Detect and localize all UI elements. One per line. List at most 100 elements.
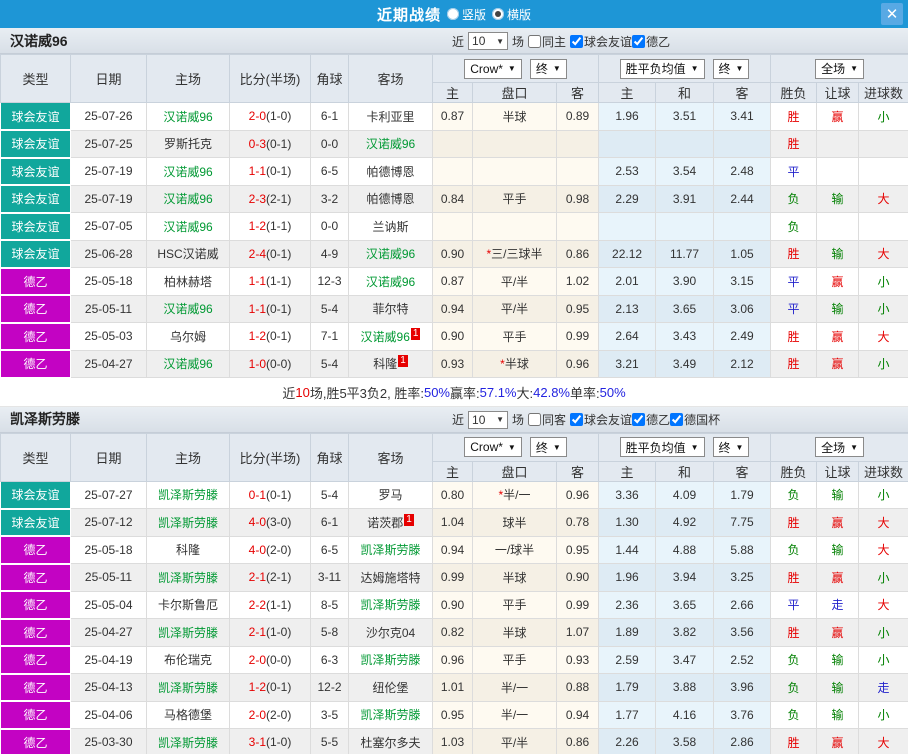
competition-checkbox[interactable]: 德国杯 — [670, 411, 720, 428]
cell-avg-home: 3.21 — [598, 349, 657, 378]
cell-odds-home: 0.95 — [432, 700, 473, 729]
checkbox[interactable] — [528, 413, 542, 426]
cell-result: 负 — [770, 212, 818, 241]
checkbox[interactable] — [570, 34, 584, 48]
fullmatch-select[interactable]: 全场 ▼ — [815, 58, 864, 79]
cell-result: 胜 — [770, 239, 818, 268]
cell-avg-away: 2.12 — [713, 349, 772, 378]
cell-corner: 6-1 — [310, 102, 349, 131]
chevron-down-icon: ▼ — [690, 64, 699, 73]
cell-away-team: 凯泽斯劳滕 — [348, 645, 433, 674]
cell-odds-away: 0.99 — [555, 590, 600, 619]
games-label: 场 — [512, 413, 525, 427]
cell-handicap: *三/三球半 — [472, 239, 557, 268]
page-title: 近期战绩 — [376, 6, 441, 24]
cell-avg-away: 1.05 — [713, 239, 772, 268]
cell-corner: 6-5 — [310, 535, 349, 564]
cell-avg-draw: 3.90 — [655, 267, 715, 296]
competition-checkbox[interactable]: 德乙 — [632, 33, 670, 50]
fullmatch-select-group: 全场 ▼ — [770, 54, 908, 83]
cell-avg-away: 3.25 — [713, 563, 772, 592]
recent-count-value: 10 — [472, 412, 486, 427]
table-row: 球会友谊 25-07-25 罗斯托克 0-3(0-1) 0-0 汉诺威96 胜 — [0, 129, 908, 159]
cell-score: 2-1(2-1) — [229, 563, 311, 592]
avg-select-group: 胜平负均值 ▼ 终 ▼ — [598, 54, 772, 83]
bookmaker-select[interactable]: Crow* ▼ — [464, 437, 522, 457]
col-home: 主场 — [146, 54, 230, 103]
table-row: 德乙 25-05-18 柏林赫塔 1-1(1-1) 12-3 汉诺威96 0.87 平/半 1.… — [0, 267, 908, 296]
checkbox[interactable] — [632, 413, 646, 426]
cell-avg-away: 3.41 — [713, 102, 772, 131]
bookmaker-select[interactable]: Crow* ▼ — [464, 58, 522, 79]
table-row: 球会友谊 25-07-05 汉诺威96 1-2(1-1) 0-0 兰讷斯 负 — [0, 212, 908, 241]
cell-odds-home — [432, 212, 473, 241]
cell-type: 德乙 — [0, 563, 71, 592]
checkbox-label: 德乙 — [646, 413, 671, 427]
cell-score: 0-1(0-1) — [229, 480, 311, 509]
cell-type: 球会友谊 — [0, 129, 71, 159]
summary-text: 57.1% — [479, 384, 517, 400]
recent-count-select[interactable]: 10 ▼ — [468, 410, 509, 429]
cell-handicap-result — [816, 157, 860, 186]
cell-handicap: *半球 — [472, 349, 557, 378]
final-odds-select[interactable]: 终 ▼ — [529, 437, 567, 457]
cell-away-team: 纽伦堡 — [348, 673, 433, 702]
competition-checkbox[interactable]: 德乙 — [632, 411, 670, 428]
cell-date: 25-07-27 — [70, 480, 147, 509]
cell-corner: 5-8 — [310, 618, 349, 647]
cell-handicap-result: 输 — [816, 645, 860, 674]
cell-score: 2-1(1-0) — [229, 618, 311, 647]
checkbox[interactable] — [670, 413, 684, 426]
cell-type: 德乙 — [0, 322, 71, 351]
cell-odds-home: 1.03 — [432, 728, 473, 754]
table-row: 德乙 25-05-11 汉诺威96 1-1(0-1) 5-4 菲尔特 0.94 平/半 0.95… — [0, 294, 908, 324]
avg-select[interactable]: 胜平负均值 ▼ — [619, 437, 705, 457]
recent-count-select[interactable]: 10 ▼ — [468, 32, 509, 50]
competition-checkbox[interactable]: 球会友谊 — [570, 33, 632, 50]
checkbox[interactable] — [632, 34, 646, 48]
cell-avg-away: 2.49 — [713, 322, 772, 351]
cell-away-team: 凯泽斯劳滕 — [348, 700, 433, 729]
cell-date: 25-07-12 — [70, 508, 147, 537]
cell-avg-draw: 4.88 — [655, 535, 715, 564]
cell-handicap — [472, 157, 557, 186]
final-avg-select[interactable]: 终 ▼ — [712, 437, 750, 457]
cell-odds-away: 0.88 — [555, 673, 600, 702]
cell-odds-home: 0.90 — [432, 322, 473, 351]
cell-result: 胜 — [770, 349, 818, 378]
final-avg-select[interactable]: 终 ▼ — [712, 58, 750, 79]
competition-checkbox-group: 球会友谊 德乙 德国杯 — [570, 411, 720, 428]
cell-result: 胜 — [770, 563, 818, 592]
cell-avg-home: 3.36 — [598, 480, 657, 509]
bookmaker-select-value: Crow* — [470, 440, 503, 454]
close-button[interactable]: ✕ — [881, 3, 903, 25]
cell-away-team: 科隆 1 — [348, 349, 433, 378]
radio-circle-icon[interactable] — [492, 8, 504, 20]
final-odds-select[interactable]: 终 ▼ — [529, 58, 567, 79]
cell-avg-away: 2.44 — [713, 184, 772, 213]
checkbox[interactable] — [570, 413, 584, 426]
cell-type: 球会友谊 — [0, 212, 71, 241]
sub-col-avg-away: 客 — [713, 82, 772, 103]
cell-handicap-result: 输 — [816, 294, 860, 323]
table-row: 德乙 25-04-27 凯泽斯劳滕 2-1(1-0) 5-8 沙尔克04 0.82 半球 1.0… — [0, 618, 908, 647]
cell-type: 球会友谊 — [0, 157, 71, 186]
radio-vertical-layout[interactable]: 竖版 — [446, 6, 486, 23]
same-venue-checkbox[interactable]: 同客 — [528, 411, 566, 428]
cell-home-team: 凯泽斯劳滕 — [146, 673, 230, 702]
table-row: 德乙 25-05-03 乌尔姆 1-2(0-1) 7-1 汉诺威96 1 0.90 平手 0.99… — [0, 322, 908, 351]
avg-select[interactable]: 胜平负均值 ▼ — [619, 58, 705, 79]
cell-type: 球会友谊 — [0, 508, 71, 537]
checkbox-label: 同主 — [542, 34, 567, 49]
cell-handicap: 平手 — [472, 590, 557, 619]
checkbox[interactable] — [528, 34, 542, 48]
sub-col-avg-home: 主 — [598, 82, 657, 103]
fullmatch-select-value: 全场 — [821, 440, 846, 455]
competition-checkbox[interactable]: 球会友谊 — [570, 411, 632, 428]
cell-home-team: 汉诺威96 — [146, 102, 230, 131]
radio-circle-icon[interactable] — [446, 8, 459, 20]
fullmatch-select[interactable]: 全场 ▼ — [815, 437, 864, 457]
same-venue-checkbox[interactable]: 同主 — [528, 33, 566, 50]
summary-text: 场,胜5平3负2, 胜率: — [309, 385, 424, 401]
radio-horizontal-layout[interactable]: 横版 — [492, 6, 531, 23]
